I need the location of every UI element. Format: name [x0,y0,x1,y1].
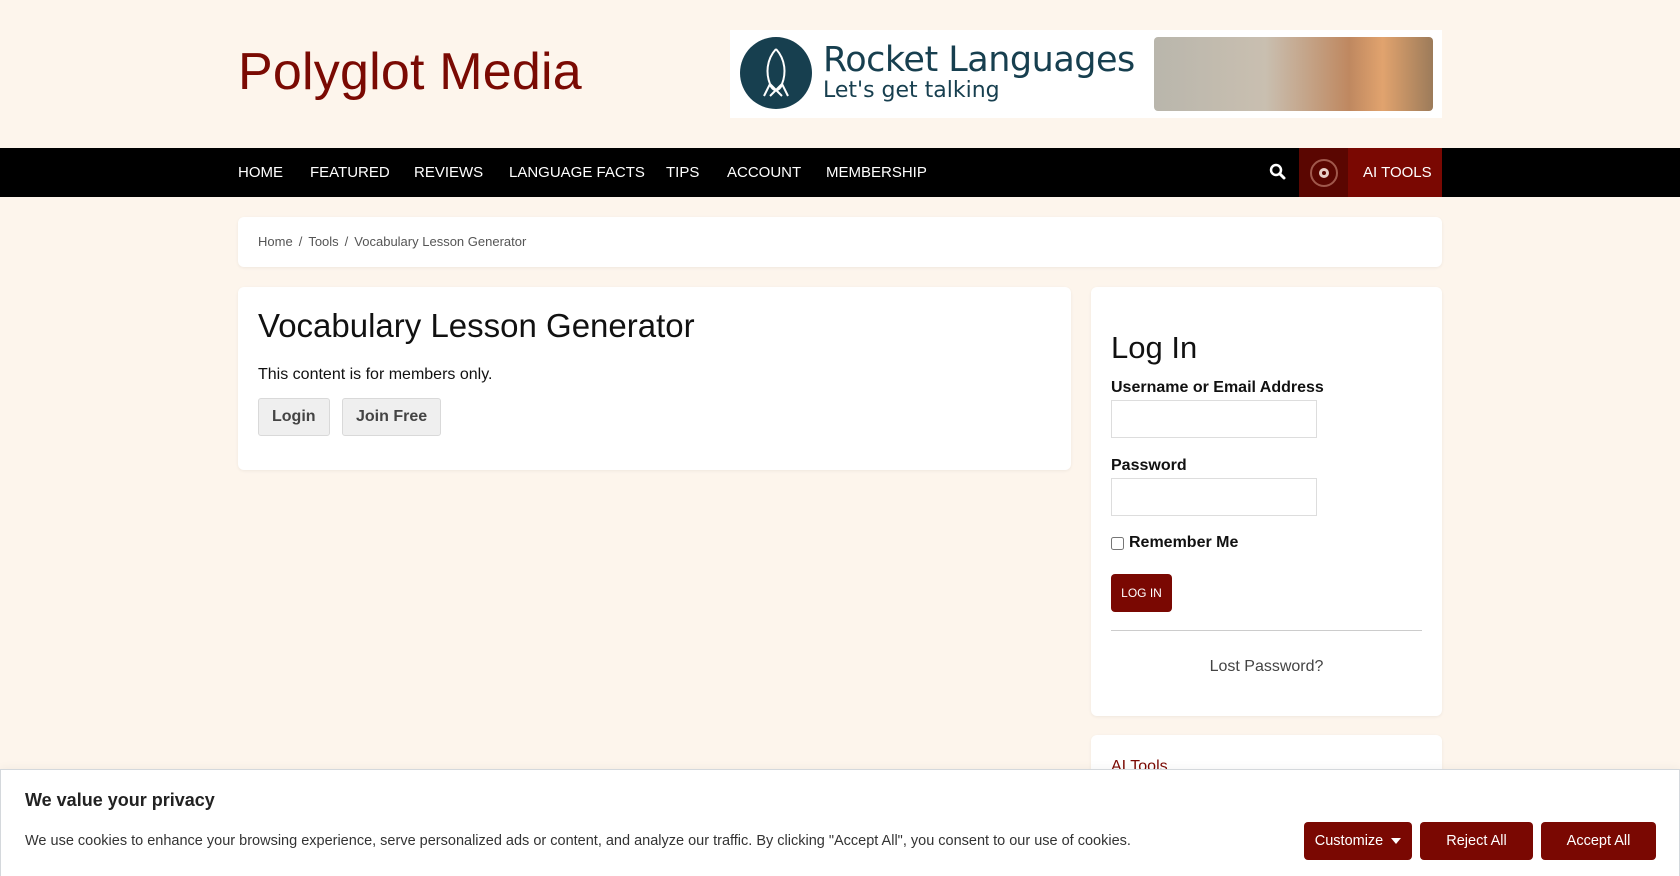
content-card: Vocabulary Lesson Generator This content… [238,287,1071,470]
breadcrumb: Home / Tools / Vocabulary Lesson Generator [238,217,1442,267]
cookie-text: We use cookies to enhance your browsing … [25,833,1131,849]
username-input[interactable] [1111,400,1317,438]
breadcrumb-separator: / [298,234,303,249]
nav-item-featured[interactable]: FEATURED [310,164,390,181]
reject-all-button[interactable]: Reject All [1420,822,1533,860]
nav-item-reviews[interactable]: REVIEWS [414,164,483,181]
nav-item-home[interactable]: HOME [238,164,283,181]
ad-photo [1154,37,1433,111]
lost-password-link[interactable]: Lost Password? [1091,658,1442,676]
divider [1111,630,1422,631]
ai-tools-label: AI TOOLS [1363,164,1432,181]
login-button[interactable]: Login [258,398,330,436]
remember-me-label: Remember Me [1129,534,1239,551]
rocket-languages-ad[interactable]: Rocket Languages Let's get talking [730,30,1442,118]
nav-item-language-facts[interactable]: LANGUAGE FACTS [509,164,645,181]
nav-item-account[interactable]: ACCOUNT [727,164,801,181]
site-header: Polyglot Media Rocket Languages Let's ge… [0,0,1680,148]
password-label: Password [1111,457,1187,474]
join-free-button[interactable]: Join Free [342,398,442,436]
members-only-note: This content is for members only. [258,366,493,383]
page-title: Vocabulary Lesson Generator [258,307,695,344]
target-icon [1299,148,1348,197]
ad-brand: Rocket Languages [823,40,1135,80]
main-nav: HOME FEATURED REVIEWS LANGUAGE FACTS TIP… [0,148,1680,197]
search-icon[interactable] [1268,162,1288,182]
accept-all-button[interactable]: Accept All [1541,822,1656,860]
ai-tools-button[interactable]: AI TOOLS [1299,148,1442,197]
nav-item-membership[interactable]: MEMBERSHIP [826,164,927,181]
customize-label: Customize [1314,833,1384,849]
remember-me-checkbox[interactable] [1111,536,1124,550]
site-title[interactable]: Polyglot Media [238,42,582,102]
customize-button[interactable]: Customize [1304,822,1412,860]
password-input[interactable] [1111,478,1317,516]
cookie-title: We value your privacy [25,790,215,810]
cookie-banner: We value your privacy We use cookies to … [0,769,1680,876]
remember-me: Remember Me [1111,534,1238,552]
login-title: Log In [1111,330,1198,365]
breadcrumb-tools[interactable]: Tools [308,234,338,249]
breadcrumb-home[interactable]: Home [258,234,293,249]
breadcrumb-separator: / [344,234,349,249]
log-in-submit-button[interactable]: LOG IN [1111,574,1172,612]
nav-item-tips[interactable]: TIPS [666,164,699,181]
caret-down-icon [1391,838,1402,845]
login-widget: Log In Username or Email Address Passwor… [1091,287,1442,716]
username-label: Username or Email Address [1111,379,1324,396]
rocket-logo-icon [740,37,812,109]
ad-tagline: Let's get talking [823,78,1000,103]
breadcrumb-current: Vocabulary Lesson Generator [354,234,527,249]
